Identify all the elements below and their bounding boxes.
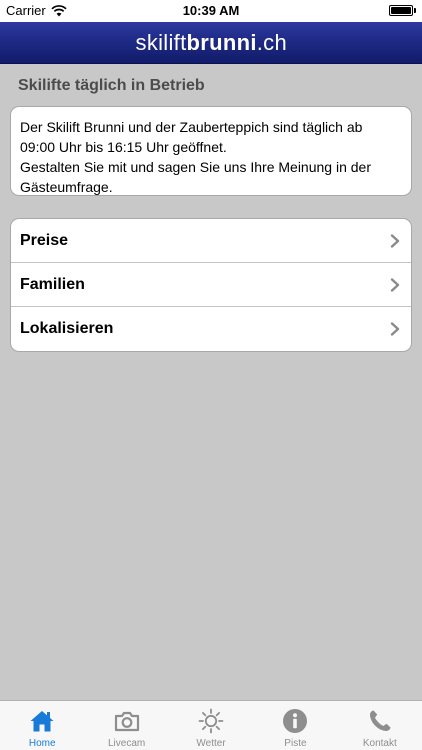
info-box: Der Skilift Brunni und der Zauberteppich… [10, 106, 412, 196]
menu-item-familien[interactable]: Familien [11, 263, 411, 307]
tab-bar: Home Livecam Wetter Piste Kontakt [0, 700, 422, 750]
tab-home[interactable]: Home [0, 701, 84, 750]
nav-bar: skiliftbrunni.ch [0, 22, 422, 64]
tab-livecam[interactable]: Livecam [84, 701, 168, 750]
menu-list: Preise Familien Lokalisieren [10, 218, 412, 352]
status-right [389, 5, 416, 16]
tab-label: Piste [284, 738, 307, 749]
info-icon [281, 707, 309, 735]
tab-label: Livecam [107, 738, 146, 749]
battery-level [391, 7, 411, 14]
chevron-right-icon [390, 277, 400, 292]
sun-icon [197, 707, 225, 735]
brand-bold: brunni [186, 30, 257, 55]
chevron-right-icon [390, 233, 400, 248]
info-line-4: Gästeumfrage. [20, 179, 113, 195]
info-line-3: Gestalten Sie mit und sagen Sie uns Ihre… [20, 159, 371, 175]
menu-item-lokalisieren[interactable]: Lokalisieren [11, 307, 411, 351]
chevron-right-icon [390, 322, 400, 336]
info-line-2: 09:00 Uhr bis 16:15 Uhr geöffnet. [20, 139, 227, 155]
brand-logo: skiliftbrunni.ch [136, 30, 287, 56]
brand-light: skilift [135, 30, 187, 55]
tab-label: Kontakt [362, 738, 397, 749]
menu-item-label: Familien [20, 275, 85, 293]
phone-icon [366, 707, 394, 735]
status-time: 10:39 AM [182, 3, 240, 18]
tab-label: Wetter [196, 738, 226, 749]
tab-label: Home [28, 738, 56, 749]
menu-item-label: Lokalisieren [20, 320, 114, 337]
status-bar: Carrier 10:39 AM [0, 0, 422, 22]
menu-item-label: Preise [20, 231, 69, 249]
camera-icon [113, 707, 141, 735]
tab-piste[interactable]: Piste [253, 701, 337, 750]
tab-wetter[interactable]: Wetter [169, 701, 253, 750]
info-line-1: Der Skilift Brunni und der Zauberteppich… [20, 119, 363, 135]
battery-tip [414, 8, 416, 13]
home-icon [28, 707, 56, 735]
brand-suffix: .ch [256, 30, 287, 55]
menu-item-preise[interactable]: Preise [11, 219, 411, 263]
battery-icon [389, 5, 413, 16]
tab-kontakt[interactable]: Kontakt [338, 701, 422, 750]
section-title: Skilifte täglich in Betrieb [18, 77, 205, 94]
